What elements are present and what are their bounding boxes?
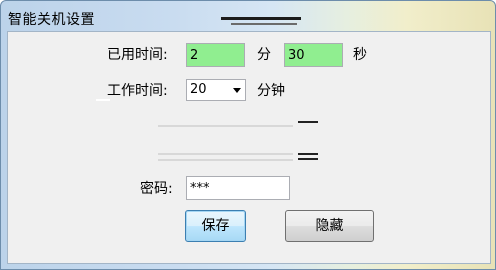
title-bar-decoration-shadow: [231, 23, 297, 25]
dark-dash-decoration: [298, 121, 318, 123]
faded-line-decoration: [158, 153, 293, 155]
save-button[interactable]: 保存: [185, 210, 246, 242]
label-underline-decoration: [96, 99, 110, 101]
window-title: 智能关机设置: [8, 12, 95, 28]
work-time-label: 工作时间:: [107, 83, 168, 99]
work-time-selected-value: 20: [190, 82, 207, 97]
title-bar-decoration: [221, 17, 301, 20]
dialog-body: 已用时间: 分 秒 工作时间: 20 分钟 密码: 保存 隐藏: [7, 31, 491, 264]
dark-dash-decoration: [298, 158, 318, 160]
seconds-unit-label: 秒: [353, 47, 367, 63]
used-seconds-field[interactable]: [284, 43, 343, 67]
work-time-unit-label: 分钟: [257, 83, 285, 99]
password-label: 密码:: [140, 181, 173, 197]
dark-dash-decoration: [298, 153, 318, 155]
hide-button[interactable]: 隐藏: [285, 210, 374, 242]
work-time-select[interactable]: 20: [186, 79, 246, 101]
faded-line-decoration: [158, 159, 293, 161]
used-time-label: 已用时间:: [107, 47, 168, 63]
password-field[interactable]: [186, 176, 290, 200]
used-minutes-field[interactable]: [186, 43, 245, 67]
chevron-down-icon[interactable]: [233, 88, 241, 93]
minutes-unit-label: 分: [257, 47, 271, 63]
faded-line-decoration: [158, 125, 293, 127]
dialog-window: 智能关机设置 已用时间: 分 秒 工作时间: 20 分钟 密码: 保存 隐藏: [0, 0, 496, 270]
